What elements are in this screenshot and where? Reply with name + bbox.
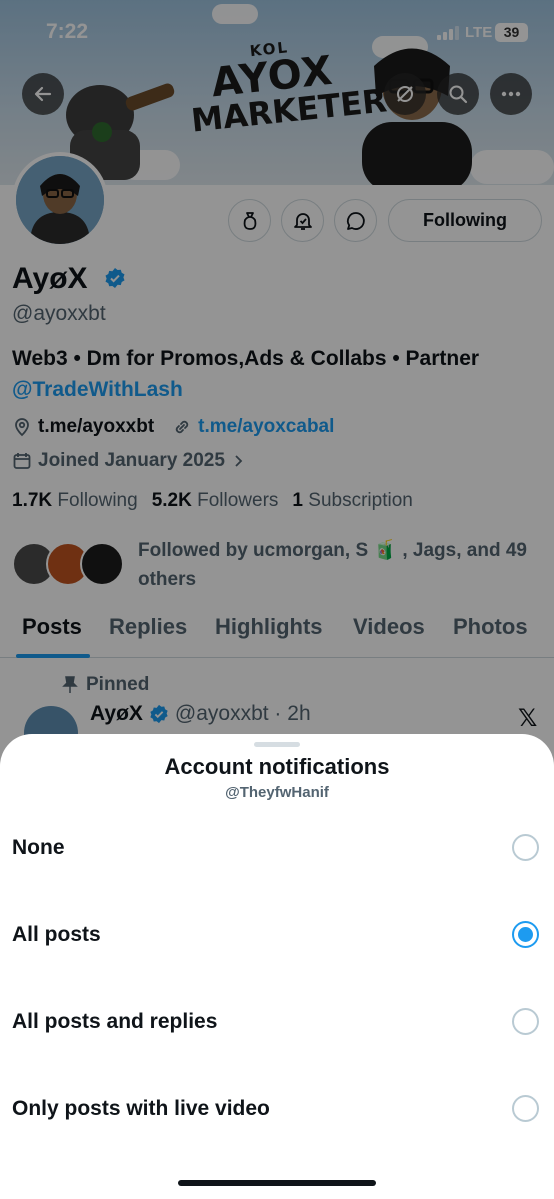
- sheet-subtitle: @TheyfwHanif: [225, 784, 329, 801]
- option-live-video[interactable]: Only posts with live video: [0, 1081, 554, 1141]
- sheet-grabber[interactable]: [254, 742, 300, 747]
- option-none[interactable]: None: [0, 820, 554, 880]
- sheet-title: Account notifications: [164, 754, 390, 779]
- option-all-posts-and-replies[interactable]: All posts and replies: [0, 994, 554, 1054]
- option-all-posts[interactable]: All posts: [0, 907, 554, 967]
- option-label: Only posts with live video: [12, 1097, 270, 1120]
- radio-button[interactable]: [512, 1095, 539, 1122]
- option-label: None: [12, 836, 65, 859]
- option-label: All posts: [12, 923, 101, 946]
- home-indicator[interactable]: [178, 1180, 376, 1186]
- notifications-sheet: Account notifications @TheyfwHanif None …: [0, 734, 554, 1199]
- radio-button-selected[interactable]: [512, 921, 539, 948]
- radio-button[interactable]: [512, 834, 539, 861]
- option-label: All posts and replies: [12, 1010, 218, 1033]
- radio-button[interactable]: [512, 1008, 539, 1035]
